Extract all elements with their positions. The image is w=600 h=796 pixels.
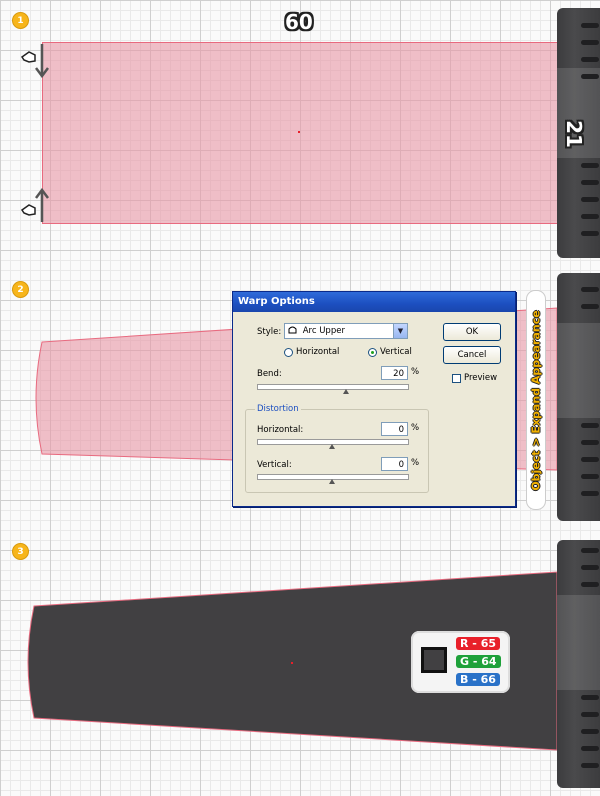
style-label: Style: — [257, 327, 282, 337]
preview-checkbox[interactable] — [452, 374, 461, 383]
blue-value: B - 66 — [456, 673, 500, 686]
menu-path-label: Object > Expand Appearance — [526, 290, 546, 510]
red-value: R - 65 — [456, 637, 501, 650]
warp-options-dialog: Warp Options Style: Arc Upper ▼ Horizont… — [232, 291, 516, 507]
bend-percent: % — [411, 367, 420, 377]
dist-vertical-thumb[interactable] — [329, 479, 335, 484]
step-1-badge: 1 — [12, 12, 29, 29]
step-3-badge: 3 — [12, 543, 29, 560]
strap-segment-2 — [557, 273, 600, 521]
ok-button[interactable]: OK — [443, 323, 501, 341]
distortion-label: Distortion — [255, 404, 301, 414]
pointer-hand-icon — [20, 51, 36, 63]
dist-vertical-input[interactable]: 0 — [381, 457, 408, 471]
dist-vertical-percent: % — [411, 458, 420, 468]
dist-horizontal-label: Horizontal: — [257, 425, 304, 435]
style-select[interactable]: Arc Upper ▼ — [284, 323, 408, 339]
cancel-button[interactable]: Cancel — [443, 346, 501, 364]
vertical-radio[interactable] — [368, 348, 377, 357]
color-swatch-panel: R - 65 G - 64 B - 66 — [411, 631, 510, 693]
dist-horizontal-input[interactable]: 0 — [381, 422, 408, 436]
height-value: 21 — [561, 120, 586, 148]
chevron-down-icon[interactable]: ▼ — [393, 324, 407, 338]
horizontal-radio[interactable] — [284, 348, 293, 357]
bend-input[interactable]: 20 — [381, 366, 408, 380]
bend-slider-thumb[interactable] — [343, 389, 349, 394]
center-point — [298, 131, 300, 133]
strap-segment-3 — [557, 540, 600, 788]
bend-slider[interactable] — [257, 384, 409, 390]
arc-upper-icon — [288, 326, 297, 334]
pink-rectangle[interactable] — [42, 42, 559, 224]
bend-label: Bend: — [257, 369, 282, 379]
horizontal-radio-label: Horizontal — [296, 347, 340, 357]
dialog-title: Warp Options — [233, 292, 515, 312]
dist-horizontal-percent: % — [411, 423, 420, 433]
width-value: 60 — [285, 10, 313, 34]
green-value: G - 64 — [456, 655, 501, 668]
pointer-hand-icon — [20, 204, 36, 216]
color-swatch — [421, 647, 447, 673]
dist-horizontal-thumb[interactable] — [329, 444, 335, 449]
preview-label: Preview — [464, 373, 498, 383]
dist-vertical-label: Vertical: — [257, 460, 292, 470]
vertical-radio-label: Vertical — [380, 347, 412, 357]
